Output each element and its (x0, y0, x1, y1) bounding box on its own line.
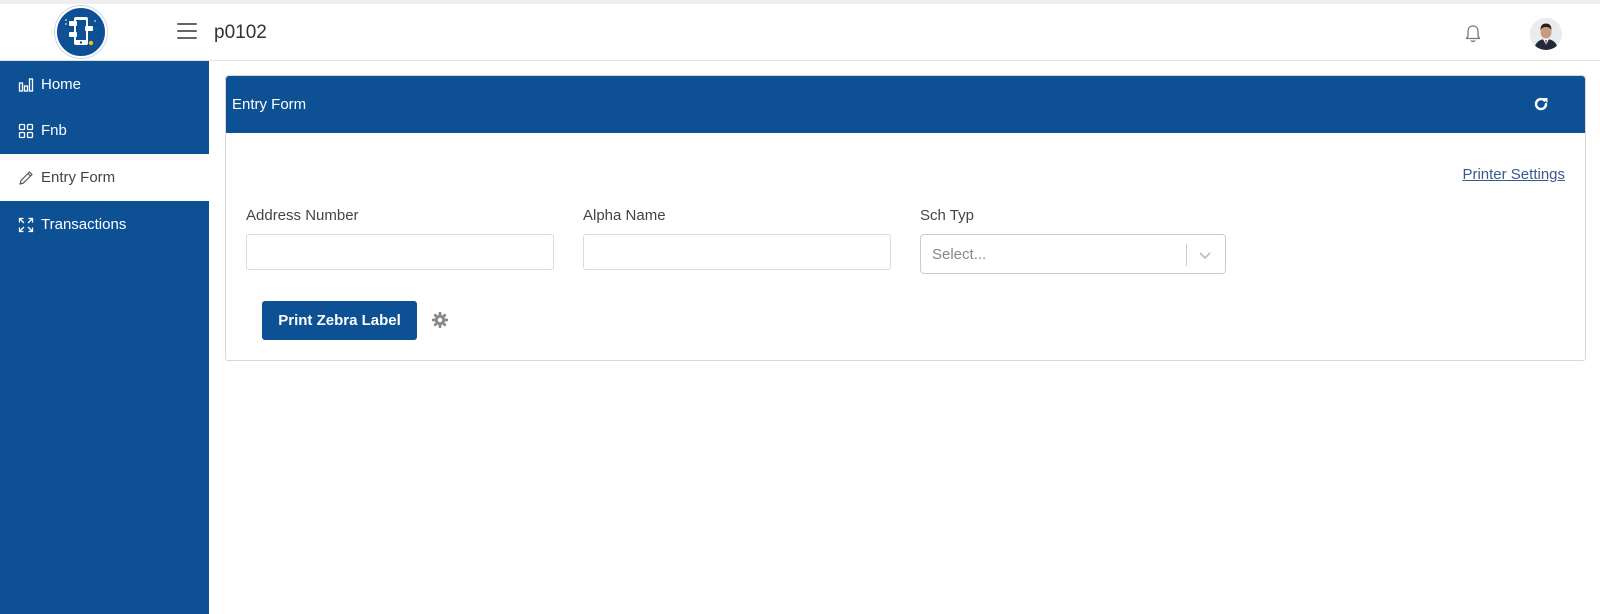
bell-icon[interactable] (1464, 24, 1482, 44)
mobile-app-logo-icon[interactable] (55, 6, 107, 58)
sch-typ-placeholder: Select... (932, 246, 987, 263)
page-title: p0102 (214, 22, 267, 43)
expand-arrows-icon (17, 216, 35, 234)
sidebar-item-home[interactable]: Home (0, 61, 209, 108)
alpha-name-label: Alpha Name (583, 207, 666, 224)
alpha-name-input[interactable] (583, 234, 891, 270)
select-separator (1186, 244, 1187, 266)
bar-chart-icon (17, 76, 35, 94)
chevron-down-icon[interactable] (1197, 247, 1213, 263)
sch-typ-select[interactable]: Select... (920, 234, 1226, 274)
sidebar: Home Fnb Entry Form Transactions (0, 61, 209, 614)
printer-settings-link[interactable]: Printer Settings (1462, 166, 1565, 183)
print-zebra-label-button[interactable]: Print Zebra Label (262, 301, 417, 340)
sidebar-item-label: Transactions (41, 216, 127, 233)
pencil-icon (17, 169, 35, 187)
sidebar-item-label: Entry Form (41, 169, 116, 186)
sidebar-item-label: Fnb (41, 122, 67, 139)
address-number-label: Address Number (246, 207, 359, 224)
sidebar-item-fnb[interactable]: Fnb (0, 107, 209, 154)
address-number-input[interactable] (246, 234, 554, 270)
card-header: Entry Form (226, 76, 1585, 133)
user-avatar-icon[interactable] (1530, 18, 1562, 50)
refresh-icon[interactable] (1531, 94, 1551, 114)
sch-typ-label: Sch Typ (920, 207, 974, 224)
sidebar-item-entry-form[interactable]: Entry Form (0, 154, 209, 201)
card-title: Entry Form (232, 96, 307, 113)
hamburger-icon[interactable] (177, 23, 197, 41)
sidebar-item-label: Home (41, 76, 82, 93)
gear-icon[interactable] (431, 311, 449, 329)
entry-form-card: Entry Form Printer Settings Address Numb… (225, 75, 1586, 361)
sidebar-item-transactions[interactable]: Transactions (0, 201, 209, 248)
top-bar: p0102 (0, 0, 1600, 61)
grid-icon (17, 122, 35, 140)
